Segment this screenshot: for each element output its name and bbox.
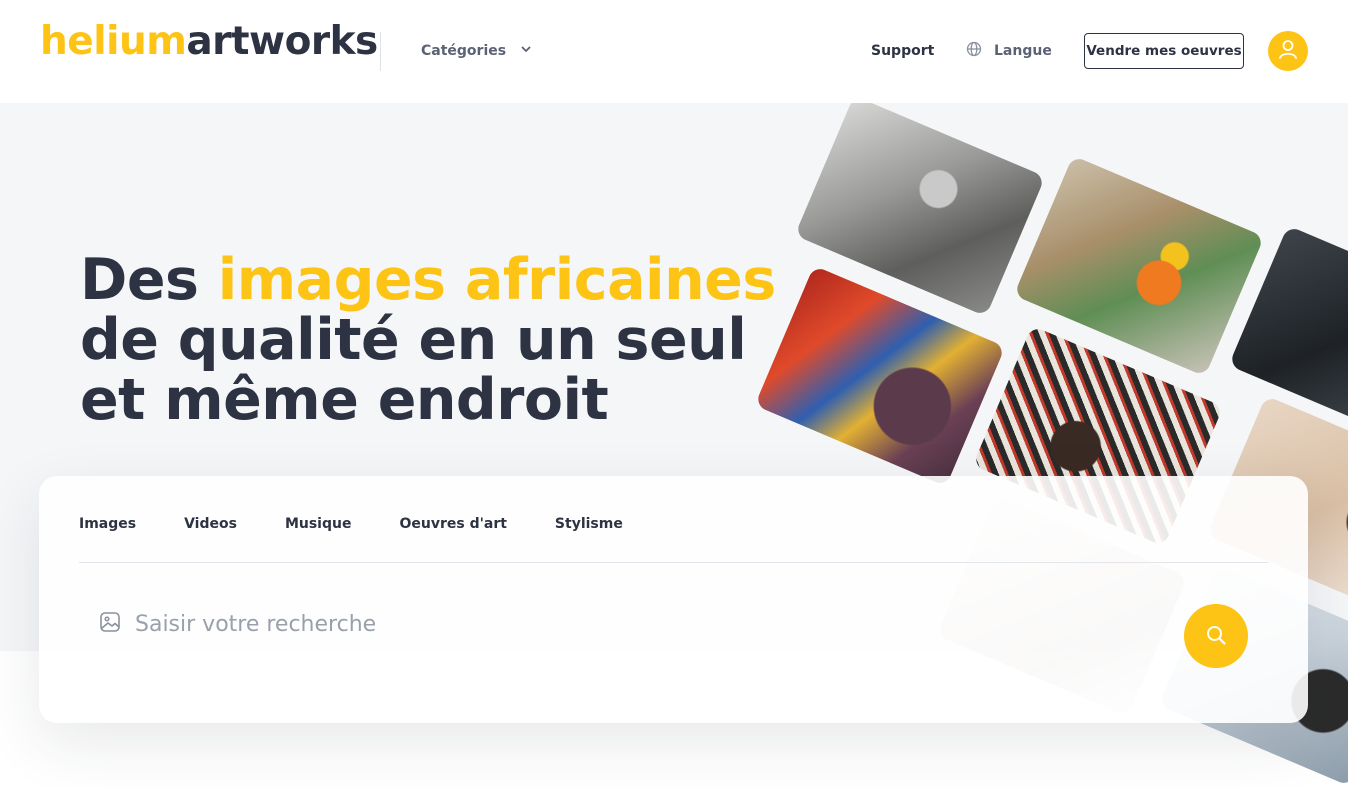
- tab-videos[interactable]: Videos: [184, 514, 237, 534]
- logo[interactable]: heliumartworks: [40, 18, 378, 66]
- media-type-tabs: Images Videos Musique Oeuvres d'art Styl…: [79, 514, 623, 534]
- hero-title-start: Des: [80, 247, 218, 313]
- support-link[interactable]: Support: [871, 40, 934, 62]
- user-icon: [1277, 38, 1299, 64]
- language-selector[interactable]: Langue: [966, 40, 1052, 62]
- hero-title-highlight: images africaines: [217, 247, 777, 313]
- search-button[interactable]: [1184, 604, 1248, 668]
- search-input[interactable]: [135, 611, 835, 637]
- tab-images[interactable]: Images: [79, 514, 136, 534]
- site-header: heliumartworks Catégories Support Langue…: [0, 0, 1348, 103]
- categories-label: Catégories: [421, 43, 507, 59]
- header-divider: [380, 32, 381, 71]
- sell-artworks-button[interactable]: Vendre mes oeuvres: [1084, 33, 1244, 69]
- tabs-divider: [79, 562, 1268, 563]
- logo-part-artworks: artworks: [186, 19, 378, 64]
- search-field: [99, 606, 999, 642]
- search-icon: [1205, 624, 1227, 649]
- user-avatar-button[interactable]: [1268, 31, 1308, 71]
- categories-dropdown[interactable]: Catégories: [421, 40, 532, 62]
- logo-part-helium: helium: [40, 19, 187, 64]
- search-card: Images Videos Musique Oeuvres d'art Styl…: [39, 476, 1308, 723]
- tab-musique[interactable]: Musique: [285, 514, 352, 534]
- hero-title: Des images africaines de qualité en un s…: [80, 250, 800, 430]
- hero-title-end: de qualité en un seul et même endroit: [80, 307, 747, 433]
- image-icon: [99, 611, 121, 637]
- chevron-down-icon: [520, 43, 532, 59]
- langue-label: Langue: [994, 43, 1052, 59]
- tab-oeuvres-d-art[interactable]: Oeuvres d'art: [399, 514, 506, 534]
- tab-stylisme[interactable]: Stylisme: [555, 514, 623, 534]
- globe-icon: [966, 41, 982, 61]
